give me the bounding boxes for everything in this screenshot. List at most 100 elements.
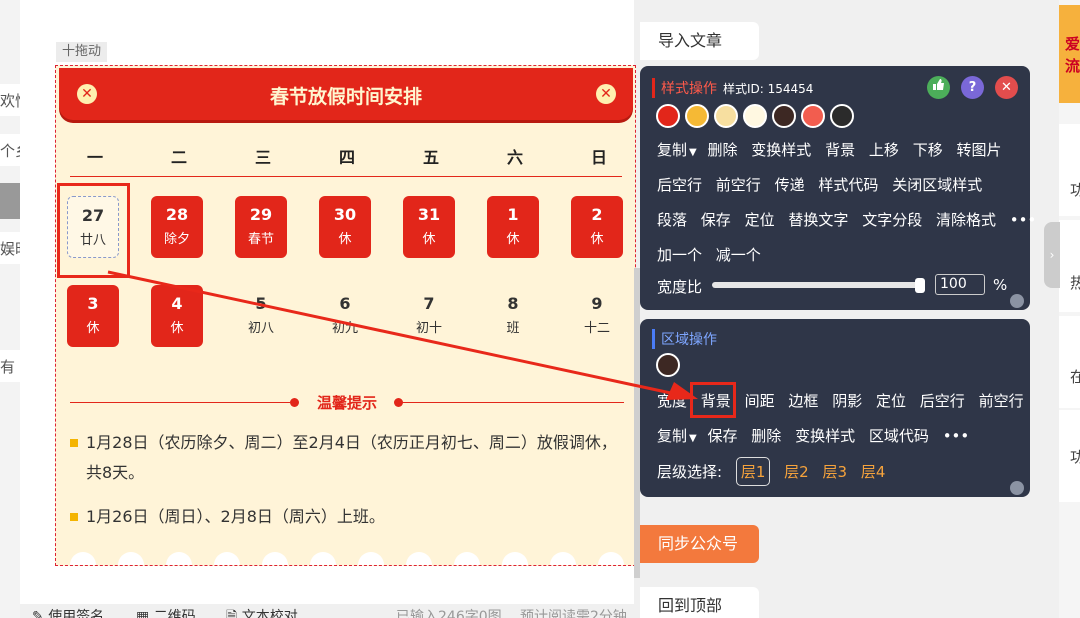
color-swatch[interactable] <box>801 104 825 128</box>
sync-wechat-button[interactable]: 同步公众号 <box>640 525 759 563</box>
width-button[interactable]: 宽度 <box>657 392 687 410</box>
add-one-button[interactable]: 加一个 <box>657 246 702 264</box>
replace-text-button[interactable]: 替换文字 <box>788 211 848 229</box>
day-number: 30 <box>333 205 357 224</box>
right-card[interactable]: 热 <box>1059 220 1080 312</box>
split-text-button[interactable]: 文字分段 <box>862 211 922 229</box>
calendar-day[interactable]: 4 休 <box>151 285 203 347</box>
proofread-button[interactable]: 🗎 文本校对 <box>226 606 298 618</box>
calendar-day[interactable]: 6 初九 <box>319 285 371 347</box>
more-icon[interactable]: ••• <box>1010 211 1037 229</box>
promo-thumbnail[interactable]: 爱 流 <box>1059 5 1080 103</box>
bullet-icon <box>70 439 78 447</box>
layer-option[interactable]: 层3 <box>823 463 848 481</box>
background-highlight <box>690 382 736 418</box>
paragraph-button[interactable]: 段落 <box>657 211 687 229</box>
spacing-button[interactable]: 间距 <box>745 392 775 410</box>
pass-button[interactable]: 传递 <box>775 176 805 194</box>
calendar-day[interactable]: 28 除夕 <box>151 196 203 258</box>
delete-button[interactable]: 删除 <box>708 141 738 159</box>
back-to-top-button[interactable]: 回到顶部 <box>640 587 759 618</box>
calendar-day[interactable]: 2 休 <box>571 196 623 258</box>
blank-before-button[interactable]: 前空行 <box>979 392 1024 410</box>
shadow-button[interactable]: 阴影 <box>832 392 862 410</box>
color-swatch[interactable] <box>714 104 738 128</box>
locate-button[interactable]: 定位 <box>876 392 906 410</box>
signature-button[interactable]: ✎ 使用签名 <box>32 606 104 618</box>
import-article-button[interactable]: 导入文章 <box>640 22 759 60</box>
blank-after-button[interactable]: 后空行 <box>920 392 965 410</box>
right-card[interactable]: 功 <box>1059 410 1080 502</box>
width-slider-thumb[interactable] <box>915 278 925 293</box>
calendar-day[interactable]: 1 休 <box>487 196 539 258</box>
color-swatch[interactable] <box>743 104 767 128</box>
background-button[interactable]: 背景 <box>825 141 855 159</box>
collapse-icon[interactable] <box>1010 481 1024 495</box>
color-swatch[interactable] <box>685 104 709 128</box>
layer-option-selected[interactable]: 层1 <box>735 457 771 486</box>
locate-button[interactable]: 定位 <box>745 211 775 229</box>
calendar-day[interactable]: 3 休 <box>67 285 119 347</box>
calendar-day[interactable]: 8 班 <box>487 285 539 347</box>
color-swatch[interactable] <box>772 104 796 128</box>
move-down-button[interactable]: 下移 <box>913 141 943 159</box>
to-image-button[interactable]: 转图片 <box>956 141 1001 159</box>
transform-style-button[interactable]: 变换样式 <box>751 141 811 159</box>
chevron-down-icon[interactable]: ▼ <box>689 147 697 158</box>
qrcode-button[interactable]: ▦ 二维码 <box>136 606 196 618</box>
transform-style-button[interactable]: 变换样式 <box>795 427 855 445</box>
color-swatch[interactable] <box>830 104 854 128</box>
calendar-day[interactable]: 30 休 <box>319 196 371 258</box>
help-icon[interactable]: ? <box>961 76 984 99</box>
border-button[interactable]: 边框 <box>788 392 818 410</box>
color-swatch[interactable] <box>656 353 680 377</box>
width-input[interactable]: 100 <box>935 274 985 295</box>
color-swatch[interactable] <box>656 104 680 128</box>
calendar-day[interactable]: 5 初八 <box>235 285 287 347</box>
right-card[interactable]: 在 <box>1059 316 1080 408</box>
chevron-down-icon[interactable]: ▼ <box>689 433 697 444</box>
notice-item[interactable]: 1月28日（农历除夕、周二）至2月4日（农历正月初七、周二）放假调休，共8天。 <box>70 428 626 488</box>
thumb-icon[interactable] <box>927 76 950 99</box>
collapse-icon[interactable] <box>1010 294 1024 308</box>
left-list-item[interactable]: 个乡 <box>0 134 20 166</box>
calendar-day[interactable]: 7 初十 <box>403 285 455 347</box>
width-slider[interactable] <box>712 282 924 288</box>
remove-one-button[interactable]: 减一个 <box>716 246 761 264</box>
left-list-item[interactable]: 欢愉 <box>0 84 20 116</box>
calendar-day[interactable]: 31 休 <box>403 196 455 258</box>
clear-format-button[interactable]: 清除格式 <box>936 211 996 229</box>
left-list-item[interactable]: 有 <box>0 350 20 382</box>
save-button[interactable]: 保存 <box>708 427 738 445</box>
style-code-button[interactable]: 样式代码 <box>818 176 878 194</box>
more-icon[interactable]: ••• <box>943 427 970 445</box>
panel-toggle-tab[interactable]: › <box>1044 222 1060 288</box>
blank-after-button[interactable]: 后空行 <box>657 176 702 194</box>
blank-before-button[interactable]: 前空行 <box>716 176 761 194</box>
day-number: 2 <box>591 205 603 224</box>
right-panel: 爱 流 功 热 在 功 <box>1059 0 1080 618</box>
calendar-day[interactable]: 9 十二 <box>571 285 623 347</box>
layer-option[interactable]: 层4 <box>861 463 886 481</box>
layer-option[interactable]: 层2 <box>784 463 809 481</box>
left-list-item-label: 欢愉 <box>0 92 20 110</box>
close-region-style-button[interactable]: 关闭区域样式 <box>892 176 982 194</box>
calendar-day[interactable]: 29 春节 <box>235 196 287 258</box>
right-card[interactable]: 功 <box>1059 124 1080 216</box>
read-time: 预计阅读需2分钟 <box>520 609 627 618</box>
move-up-button[interactable]: 上移 <box>869 141 899 159</box>
day-number: 8 <box>507 294 519 313</box>
left-list-item[interactable]: 娱时 <box>0 232 20 264</box>
left-selected-block[interactable] <box>0 183 20 219</box>
copy-button[interactable]: 复制 <box>657 427 687 445</box>
drag-handle[interactable]: 十拖动 <box>56 42 108 62</box>
holiday-card[interactable]: ✕ 春节放假时间安排 ✕ 一 二 三 四 五 六 日 27 廿八 28 除夕 2… <box>55 65 636 566</box>
day-sub: 休 <box>506 232 520 247</box>
delete-button[interactable]: 删除 <box>751 427 781 445</box>
close-icon[interactable]: ✕ <box>995 76 1018 99</box>
notice-item[interactable]: 1月26日（周日）、2月8日（周六）上班。 <box>70 502 626 532</box>
copy-button[interactable]: 复制 <box>657 141 687 159</box>
save-button[interactable]: 保存 <box>701 211 731 229</box>
scallop <box>166 552 192 565</box>
region-code-button[interactable]: 区域代码 <box>869 427 929 445</box>
